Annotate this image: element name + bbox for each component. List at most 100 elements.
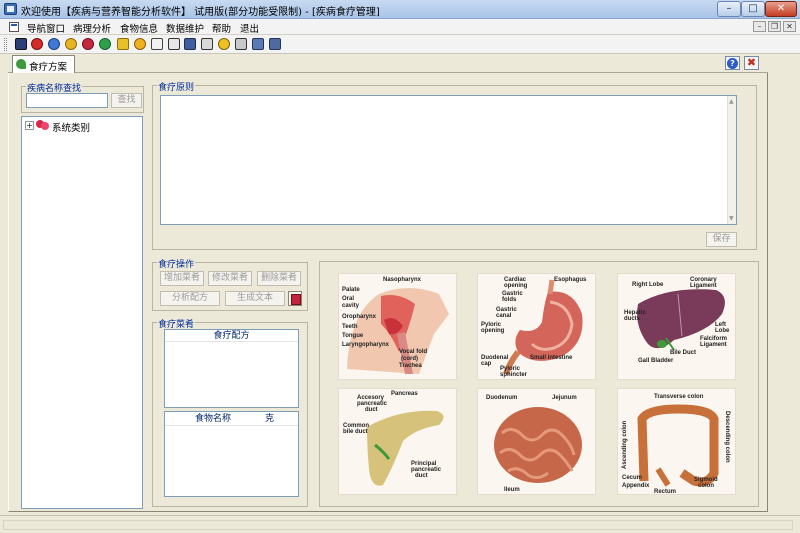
save-button[interactable]: 保存 bbox=[706, 232, 737, 247]
analyze-recipe-button[interactable]: 分析配方 bbox=[160, 291, 220, 306]
close-window-button[interactable]: ✕ bbox=[765, 1, 797, 17]
menu-exit[interactable]: 退出 bbox=[240, 21, 259, 35]
food-list[interactable]: 食物名称 克 bbox=[164, 411, 299, 497]
label-palate: Palate bbox=[342, 287, 360, 293]
tab-strip: 食疗方案 bbox=[8, 55, 768, 73]
scroll-down-icon[interactable]: ▼ bbox=[729, 215, 734, 222]
mouth-pharynx-image: Nasopharynx Palate Oral cavity Oropharyn… bbox=[338, 273, 457, 380]
label-ligament-2: Ligament bbox=[700, 342, 727, 348]
pancreas-image: Accesory pancreatic duct Pancreas Common… bbox=[338, 388, 457, 495]
recipe-column-header: 食疗配方 bbox=[165, 330, 298, 342]
recipe-list[interactable]: 食疗配方 bbox=[164, 329, 299, 408]
label-ligament-1: Ligament bbox=[690, 283, 717, 289]
edit-dish-button[interactable]: 修改菜肴 bbox=[208, 271, 252, 286]
export-book-icon[interactable] bbox=[288, 291, 302, 306]
settings-icon[interactable] bbox=[252, 38, 264, 50]
scroll-up-icon[interactable]: ▲ bbox=[729, 98, 734, 105]
label-descending-colon: Descending colon bbox=[724, 411, 730, 463]
mdi-close-button[interactable]: ✕ bbox=[783, 21, 796, 32]
food-name-column-header: 食物名称 bbox=[195, 414, 232, 424]
label-small-intestine: Small intestine bbox=[530, 355, 573, 361]
label-duct-1: duct bbox=[365, 407, 378, 413]
label-sphincter: sphincter bbox=[500, 372, 528, 378]
label-teeth: Teeth bbox=[342, 324, 358, 330]
mdi-controls: – ❐ ✕ bbox=[751, 21, 796, 32]
label-duct-2: duct bbox=[415, 473, 428, 479]
key-icon[interactable] bbox=[117, 38, 129, 50]
patient-icon[interactable] bbox=[48, 38, 60, 50]
label-tongue: Tongue bbox=[342, 333, 364, 339]
label-lobe: Lobe bbox=[715, 328, 730, 334]
label-folds: folds bbox=[502, 297, 517, 303]
label-vocal-fold: Vocal fold bbox=[399, 349, 428, 355]
leaf-icon bbox=[16, 59, 26, 69]
document-icon[interactable] bbox=[9, 22, 19, 32]
apple-icon[interactable] bbox=[134, 38, 146, 50]
mdi-restore-button[interactable]: ❐ bbox=[768, 21, 781, 32]
label-rectum: Rectum bbox=[654, 489, 677, 495]
tree-expand-icon[interactable]: + bbox=[25, 121, 34, 130]
window-title: 欢迎使用【疾病与营养智能分析软件】 试用版(部分功能受限制) - [疾病食疗管理… bbox=[21, 7, 380, 18]
category-icon bbox=[36, 120, 50, 131]
label-pyloric-opening: opening bbox=[481, 328, 505, 334]
menu-navigation[interactable]: 导航窗口 bbox=[27, 21, 65, 35]
label-ascending-colon: Ascending colon bbox=[622, 420, 628, 469]
image-icon[interactable] bbox=[184, 38, 196, 50]
maximize-button[interactable]: □ bbox=[741, 1, 765, 17]
disease-search-input[interactable] bbox=[26, 93, 108, 108]
tree-node-system-category[interactable]: 系统类别 bbox=[52, 120, 90, 134]
category-tree[interactable]: + 系统类别 bbox=[21, 116, 143, 509]
monitor-icon[interactable] bbox=[201, 38, 213, 50]
label-bile-duct: bile duct bbox=[343, 429, 368, 435]
label-cap: cap bbox=[481, 361, 492, 367]
exit-icon[interactable] bbox=[269, 38, 281, 50]
chart-icon[interactable] bbox=[82, 38, 94, 50]
label-trachea: Trachea bbox=[399, 363, 422, 369]
label-colon: colon bbox=[698, 483, 714, 489]
generate-text-button[interactable]: 生成文本 bbox=[225, 291, 285, 306]
menu-food-info[interactable]: 食物信息 bbox=[120, 21, 158, 35]
minimize-button[interactable]: – bbox=[717, 1, 741, 17]
app-icon bbox=[4, 3, 17, 15]
help-icon: ? bbox=[727, 58, 738, 69]
title-bar: 欢迎使用【疾病与营养智能分析软件】 试用版(部分功能受限制) - [疾病食疗管理… bbox=[0, 0, 800, 19]
tab-diet-plan[interactable]: 食疗方案 bbox=[12, 55, 75, 73]
group-icon[interactable] bbox=[99, 38, 111, 50]
label-ileum: Ileum bbox=[504, 487, 520, 493]
menu-pathology[interactable]: 病理分析 bbox=[73, 21, 111, 35]
stop-icon[interactable] bbox=[31, 38, 43, 50]
menu-help[interactable]: 帮助 bbox=[212, 21, 231, 35]
label-cavity: cavity bbox=[342, 303, 360, 309]
search-doc-icon[interactable] bbox=[151, 38, 163, 50]
stomach-image: Cardiac opening Esophagus Gastric folds … bbox=[477, 273, 596, 380]
delete-dish-button[interactable]: 删除菜肴 bbox=[257, 271, 301, 286]
label-appendix: Appendix bbox=[622, 483, 650, 489]
label-cecum: Cecum bbox=[622, 475, 643, 481]
tab-label: 食疗方案 bbox=[29, 62, 68, 73]
save-icon[interactable] bbox=[15, 38, 27, 50]
colon-image: Transverse colon Ascending colon Descend… bbox=[617, 388, 736, 495]
label-duodenum: Duodenum bbox=[486, 395, 518, 401]
help-icon[interactable] bbox=[218, 38, 230, 50]
label-gall-bladder: Gall Bladder bbox=[638, 358, 674, 364]
mdi-minimize-button[interactable]: – bbox=[753, 21, 766, 32]
add-dish-button[interactable]: 增加菜肴 bbox=[160, 271, 204, 286]
help-button[interactable]: ? bbox=[725, 56, 740, 70]
diet-operations-group: 食疗操作 增加菜肴 修改菜肴 删除菜肴 分析配方 生成文本 bbox=[152, 257, 308, 311]
digestive-system-images: Nasopharynx Palate Oral cavity Oropharyn… bbox=[319, 261, 759, 507]
calendar-icon[interactable] bbox=[168, 38, 180, 50]
close-tab-button[interactable]: ✖ bbox=[744, 56, 759, 70]
toolbar bbox=[0, 35, 800, 54]
label-nasopharynx: Nasopharynx bbox=[383, 277, 422, 283]
toolbar-grip[interactable] bbox=[4, 38, 7, 51]
menu-bar: 导航窗口 病理分析 食物信息 数据维护 帮助 退出 – ❐ ✕ bbox=[0, 19, 800, 35]
diet-principle-group: 食疗原则 ▲ ▼ 保存 bbox=[152, 80, 757, 250]
label-opening: opening bbox=[504, 283, 528, 289]
menu-data-maintenance[interactable]: 数据维护 bbox=[166, 21, 204, 35]
pills-icon[interactable] bbox=[65, 38, 77, 50]
principle-scrollbar[interactable]: ▲ ▼ bbox=[727, 96, 736, 224]
label-canal: canal bbox=[496, 313, 512, 319]
print-icon[interactable] bbox=[235, 38, 247, 50]
search-button[interactable]: 查找 bbox=[111, 93, 142, 108]
principle-textarea[interactable]: ▲ ▼ bbox=[160, 95, 737, 225]
